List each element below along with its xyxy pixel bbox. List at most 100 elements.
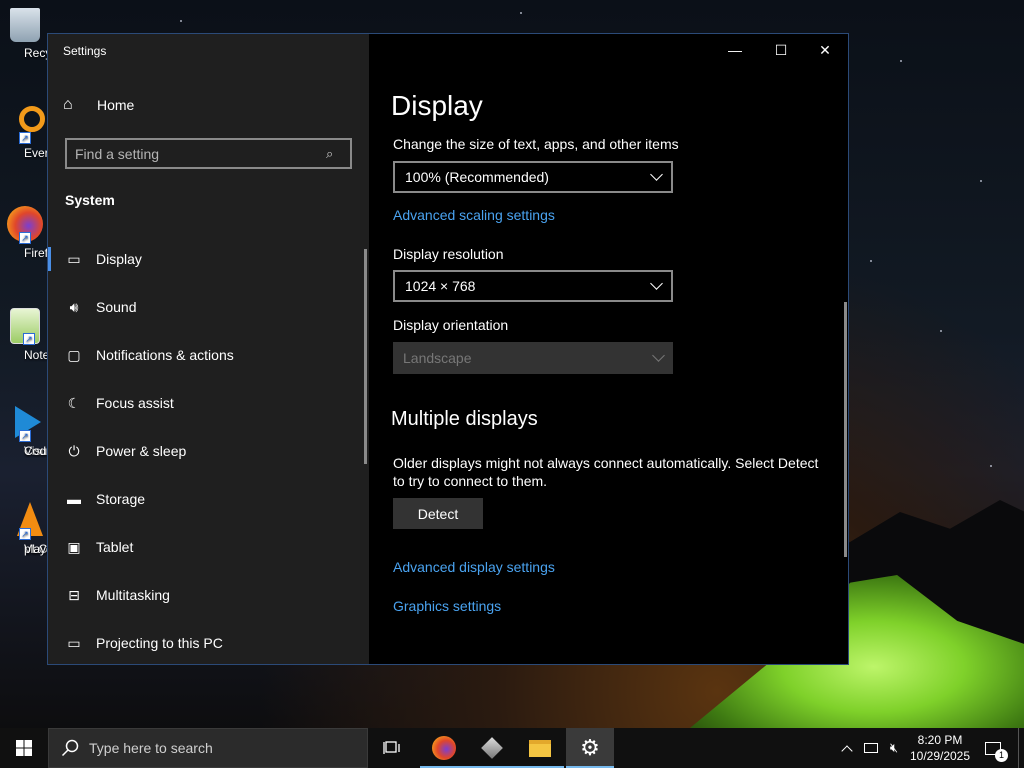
sidebar-item-sound[interactable]: 🔊︎ Sound (48, 283, 364, 331)
sidebar-item-projecting[interactable]: ▭ Projecting to this PC (48, 619, 364, 667)
resolution-dropdown[interactable]: 1024 × 768 (393, 270, 673, 302)
sidebar-item-notifications[interactable]: ▢ Notifications & actions (48, 331, 364, 379)
desktop-icon-recycle-bin[interactable]: Recycle (0, 8, 67, 60)
firefox-icon: ↗ (7, 206, 43, 244)
sidebar-item-tablet[interactable]: ▣ Tablet (48, 523, 364, 571)
maximize-button[interactable]: ☐ (758, 34, 804, 66)
sidebar-item-label: Focus assist (96, 395, 174, 411)
taskbar-firefox[interactable] (420, 728, 468, 768)
sidebar-item-label: Notifications & actions (96, 347, 234, 363)
advanced-display-settings-link[interactable]: Advanced display settings (393, 559, 555, 575)
everything-search-icon: ↗ (7, 106, 45, 144)
multiple-displays-heading: Multiple displays (391, 408, 538, 430)
multiple-displays-text: Older displays might not always connect … (393, 455, 819, 489)
desktop-icon-notepad[interactable]: ↗ Notepa (0, 308, 63, 362)
task-view-button[interactable] (368, 728, 416, 768)
chevron-down-icon (652, 349, 665, 362)
task-view-icon (383, 741, 400, 754)
recycle-bin-icon (10, 8, 40, 42)
sidebar-item-label: Multitasking (96, 587, 170, 603)
taskbar-search-box[interactable]: Type here to search (48, 728, 368, 768)
find-setting-search-box[interactable]: ⌕ (65, 138, 352, 169)
taskbar-settings[interactable]: ⚙ (566, 728, 614, 768)
network-icon (864, 743, 878, 753)
sidebar-item-label: Sound (96, 299, 137, 315)
sidebar-item-storage[interactable]: ▬ Storage (48, 475, 364, 523)
projector-icon: ▭ (67, 634, 81, 651)
star (990, 465, 992, 467)
sidebar-item-label: Power & sleep (96, 443, 187, 459)
orientation-dropdown: Landscape (393, 342, 673, 374)
chevron-down-icon (650, 168, 663, 181)
windows-logo-icon (16, 740, 32, 756)
start-button[interactable] (0, 728, 48, 768)
vlc-icon: ↗ (7, 502, 43, 540)
resolution-label: Display resolution (393, 246, 504, 262)
search-icon (61, 739, 79, 757)
clock-time: 8:20 PM (917, 733, 963, 747)
multitasking-icon: ⊟ (68, 586, 80, 603)
moon-icon: ☾ (67, 394, 81, 411)
sidebar-item-focus-assist[interactable]: ☾ Focus assist (48, 379, 364, 427)
scale-dropdown[interactable]: 100% (Recommended) (393, 161, 673, 193)
notification-icon: 1 (985, 741, 1008, 762)
section-heading-system: System (65, 192, 115, 208)
taskbar-app[interactable] (468, 728, 516, 768)
content-scrollbar[interactable] (844, 302, 847, 557)
search-icon: ⌕ (326, 145, 334, 161)
scale-label: Change the size of text, apps, and other… (393, 136, 679, 152)
find-setting-input[interactable] (75, 145, 326, 162)
desktop-icon-firefox[interactable]: ↗ Firefo (0, 206, 55, 260)
sidebar-item-label: Display (96, 251, 142, 267)
close-button[interactable]: ✕ (802, 34, 848, 66)
star (870, 260, 872, 262)
sidebar-item-label: Storage (96, 491, 146, 507)
desktop-icon-vlc[interactable]: ↗ VLC me playe (0, 502, 67, 556)
app-icon (481, 737, 503, 759)
minimize-button[interactable]: — (712, 34, 758, 66)
sidebar-nav: ▭ Display 🔊︎ Sound ▢ Notifications & act… (48, 235, 364, 667)
taskbar-search-placeholder: Type here to search (89, 740, 213, 756)
detect-button[interactable]: Detect (393, 498, 483, 529)
desktop-icon-vscode[interactable]: ↗ Visual St Cod (0, 404, 71, 458)
speaker-icon: 🔊︎ (69, 298, 79, 315)
star (520, 12, 522, 14)
firefox-icon (432, 736, 456, 760)
taskbar-clock[interactable]: 8:20 PM 10/29/2025 (905, 732, 975, 764)
advanced-scaling-link[interactable]: Advanced scaling settings (393, 207, 555, 223)
close-icon: ✕ (819, 41, 831, 58)
sidebar-item-multitasking[interactable]: ⊟ Multitasking (48, 571, 364, 619)
monitor-icon: ▭ (67, 250, 81, 267)
notepad-icon: ↗ (10, 308, 40, 345)
power-icon: ⏻ (68, 442, 80, 459)
home-nav-item[interactable]: ⌂ Home (63, 96, 134, 114)
resolution-value: 1024 × 768 (405, 278, 476, 294)
star (180, 20, 182, 22)
tablet-icon: ▣ (67, 538, 81, 555)
settings-window: Settings ⌂ Home ⌕ System ▭ Display 🔊︎ So… (47, 33, 849, 665)
chevron-up-icon (841, 744, 853, 757)
folder-icon (529, 739, 551, 757)
sidebar-item-power-sleep[interactable]: ⏻ Power & sleep (48, 427, 364, 475)
show-desktop-button[interactable] (1018, 728, 1024, 768)
taskbar-file-explorer[interactable] (516, 728, 564, 768)
settings-sidebar: Settings ⌂ Home ⌕ System ▭ Display 🔊︎ So… (48, 34, 369, 664)
sidebar-scrollbar[interactable] (364, 249, 367, 464)
orientation-label: Display orientation (393, 317, 509, 333)
sidebar-item-display[interactable]: ▭ Display (48, 235, 364, 283)
network-tray-button[interactable] (860, 728, 882, 768)
desktop-icon-everything[interactable]: ↗ Everyth (0, 106, 65, 160)
action-center-button[interactable]: 1 (980, 728, 1008, 768)
vscode-icon: ↗ (7, 404, 43, 442)
volume-tray-button[interactable]: 🔇︎ (884, 728, 904, 768)
scale-value: 100% (Recommended) (405, 169, 549, 185)
chevron-down-icon (650, 277, 663, 290)
star (980, 180, 982, 182)
show-hidden-icons-button[interactable] (838, 728, 856, 768)
notification-count-badge: 1 (995, 748, 1008, 762)
page-title: Display (391, 90, 483, 121)
sidebar-item-label: Tablet (96, 539, 134, 555)
clock-date: 10/29/2025 (909, 749, 971, 763)
window-title: Settings (63, 44, 107, 58)
graphics-settings-link[interactable]: Graphics settings (393, 598, 501, 614)
